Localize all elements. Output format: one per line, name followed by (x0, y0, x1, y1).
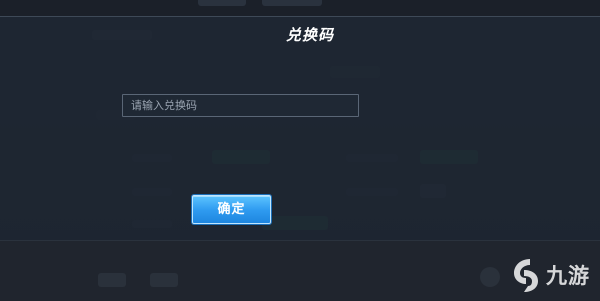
background-chip (98, 273, 126, 287)
dialog-title: 兑换码 (285, 26, 334, 44)
watermark-text: 九游 (546, 264, 590, 288)
background-chip (150, 273, 178, 287)
redeem-code-dialog: 兑换码 确定 (0, 16, 600, 241)
background-top-tab (262, 0, 322, 6)
watermark: 九游 (508, 255, 590, 295)
redeem-code-input[interactable] (122, 94, 359, 117)
jiuyou-logo-icon (514, 259, 538, 292)
background-top-tab (198, 0, 246, 6)
confirm-button[interactable]: 确定 (192, 195, 271, 224)
background-chip (480, 267, 500, 287)
